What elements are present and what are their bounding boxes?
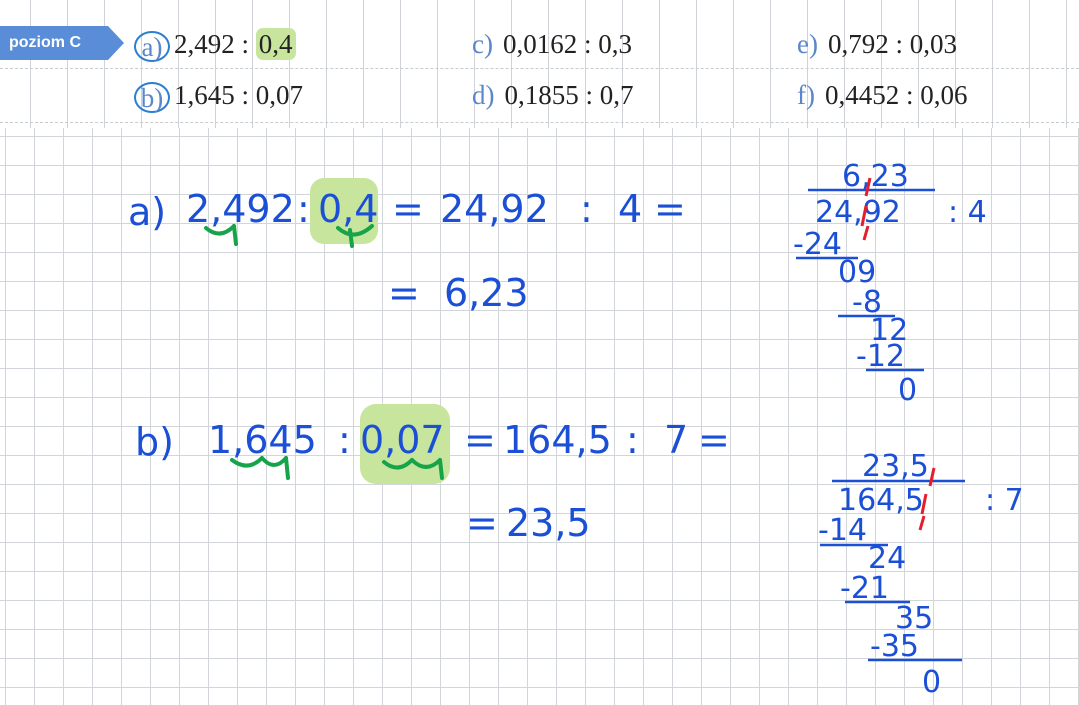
solution-a-dividend: 2,492 [186,187,295,231]
long-division-a-dividend: 24,92 [815,195,901,230]
long-division-b-divisor: : 7 [985,483,1024,518]
solution-b-colon-2: : [626,418,639,462]
long-division-b-step: -14 [818,513,867,548]
long-division-a-step: 0 [898,373,917,408]
shift-arrow-icon [232,224,238,246]
solution-a-colon-2: : [580,187,593,231]
long-division-b-step: 0 [922,665,941,700]
solution-b-label: b) [135,420,174,464]
solution-b-new-divisor: 7 [664,418,688,462]
long-division-b-quotient: 23,5 [862,449,929,484]
solution-a-result: 6,23 [444,271,529,315]
shift-arrow-icon [438,458,444,480]
solution-b-equals-2: = [698,418,730,462]
shift-arrow-icon [348,228,354,248]
solution-b-new-dividend: 164,5 [503,418,612,462]
solution-b-result: 23,5 [506,501,591,545]
solution-b-equals-3: = [466,501,498,545]
solution-a-equals-3: = [388,271,420,315]
solution-a-divisor: 0,4 [318,187,378,231]
handwritten-work: a) 2,492 : 0,4 = 24,92 : 4 = = 6,23 b) 1… [128,159,1024,700]
long-division-a-divisor: : 4 [948,195,987,230]
solution-a-new-divisor: 4 [618,187,642,231]
long-division-b: 23,5 164,5 : 7 -14 24 -21 35 -35 0 [818,449,1024,700]
solution-a-equals: = [392,187,424,231]
solution-a-equals-2: = [654,187,686,231]
solution-b-equals: = [464,418,496,462]
solution-b-divisor: 0,07 [360,418,445,462]
solution-a-label: a) [128,190,166,234]
solution-a-new-dividend: 24,92 [440,187,549,231]
solution-b-dividend: 1,645 [208,418,317,462]
solution-b-colon: : [338,418,351,462]
solution-a-colon: : [297,187,310,231]
shift-arrow-icon [284,456,290,480]
